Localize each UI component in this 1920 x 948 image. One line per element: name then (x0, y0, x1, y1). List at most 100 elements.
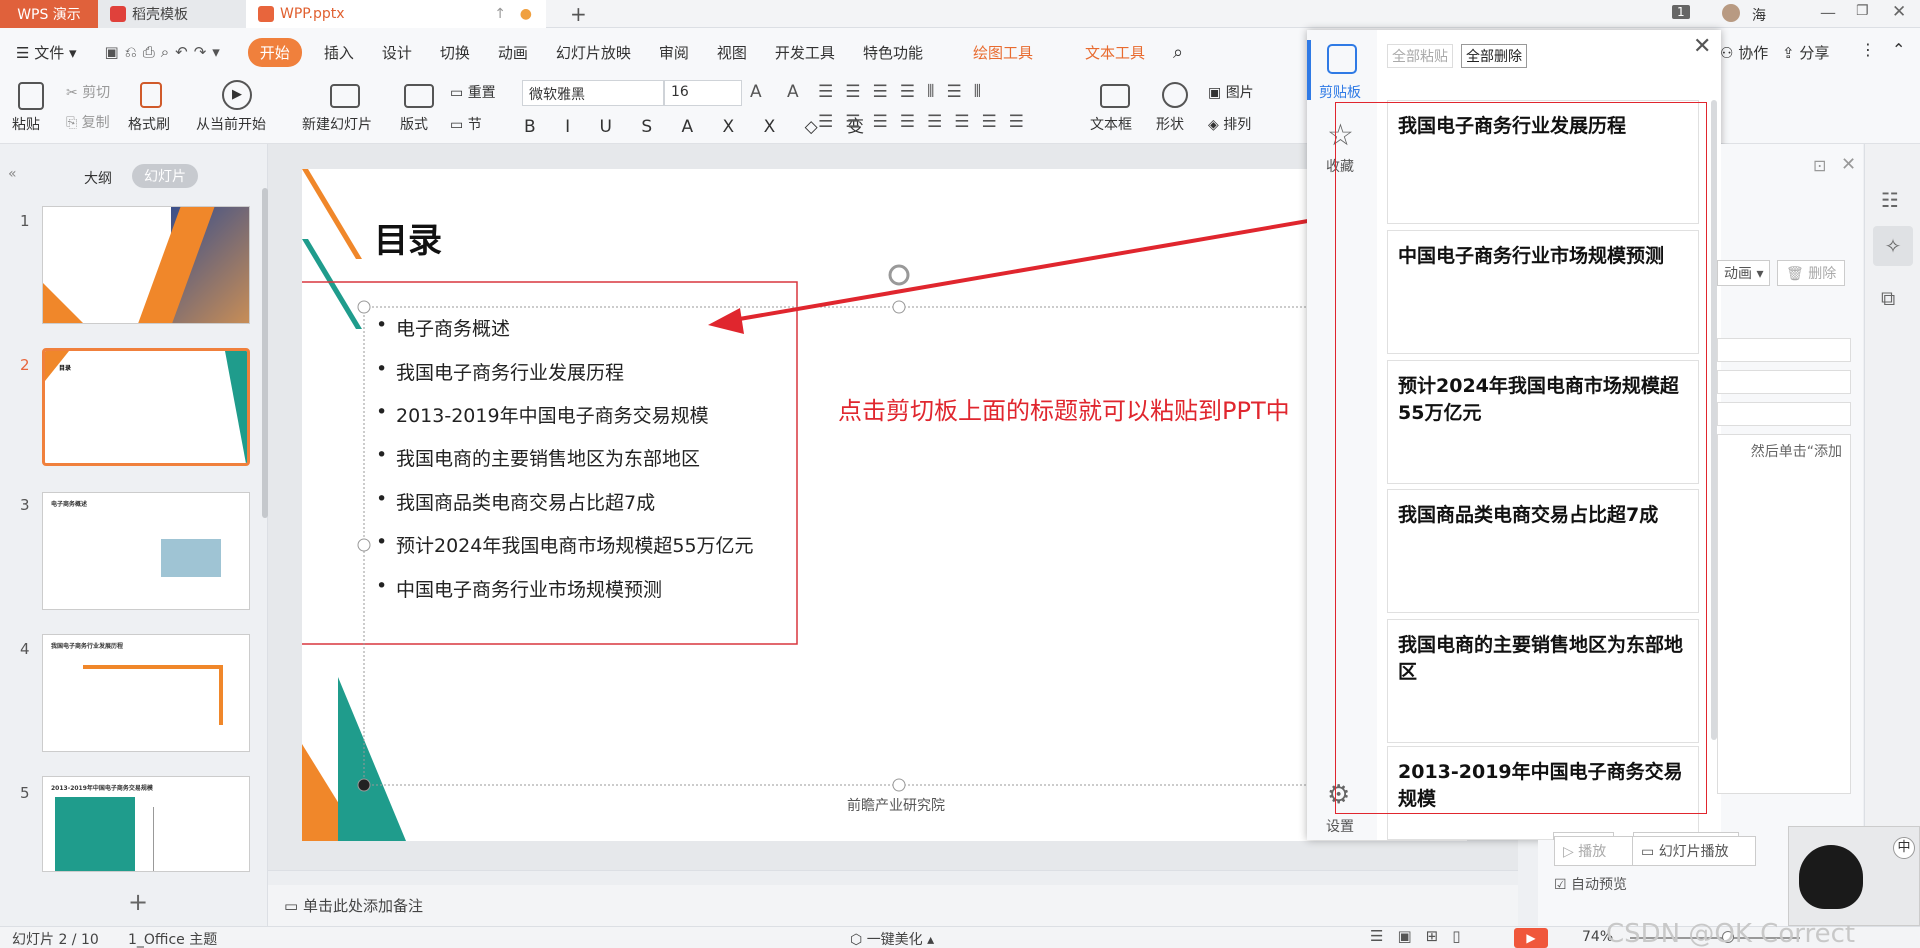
more-icon[interactable]: ⋮ (1860, 40, 1876, 59)
slide-thumb-5[interactable]: 2013-2019年中国电子商务交易规模 (42, 776, 250, 872)
settings-gear-icon[interactable]: ⚙ (1327, 780, 1350, 810)
play-icon[interactable]: ▶ (222, 80, 252, 110)
toc-item-6[interactable]: 预计2024年我国电商市场规模超55万亿元 (376, 531, 754, 558)
paste-icon[interactable] (18, 82, 44, 110)
layout-button[interactable]: 版式 (400, 114, 428, 134)
ime-widget[interactable]: 中 (1788, 826, 1920, 926)
slide-thumb-4[interactable]: 我国电子商务行业发展历程 (42, 634, 250, 752)
slide-thumb-2-selected[interactable]: 目录 (42, 348, 250, 466)
tab-design[interactable]: 设计 (368, 42, 426, 63)
arrange-button[interactable]: ◈ 排列 (1208, 114, 1251, 134)
reset-button[interactable]: ▭ 重置 (450, 82, 496, 102)
tab-review[interactable]: 审阅 (645, 42, 703, 63)
textbox-icon[interactable] (1100, 84, 1130, 108)
anim-list[interactable]: 然后单击“添加 (1717, 434, 1851, 794)
slide-thumb-3[interactable]: 电子商务概述 (42, 492, 250, 610)
anim-select-1[interactable] (1717, 338, 1851, 362)
tab-slideshow[interactable]: 幻灯片放映 (542, 42, 645, 63)
maximize-button[interactable]: ❐ (1856, 3, 1869, 19)
paste-button[interactable]: 粘贴 (12, 114, 40, 134)
clipboard-item-1[interactable]: 我国电子商务行业发展历程 (1387, 100, 1699, 224)
avatar[interactable] (1722, 4, 1740, 22)
format-brush-icon[interactable] (140, 82, 162, 108)
new-tab-button[interactable]: + (570, 2, 587, 26)
transition-icon[interactable]: ⧉ (1881, 286, 1895, 310)
slide-title[interactable]: 目录 (374, 213, 442, 262)
page-badge[interactable]: 1 (1672, 5, 1690, 19)
tab-view[interactable]: 视图 (703, 42, 761, 63)
file-menu[interactable]: ☰ 文件 ▾ (0, 42, 91, 63)
toc-item-1[interactable]: 电子商务概述 (376, 314, 510, 341)
new-slide-button[interactable]: 新建幻灯片 (302, 114, 372, 134)
add-slide-button[interactable]: + (128, 888, 148, 916)
shape-icon[interactable] (1162, 82, 1188, 108)
format-brush-button[interactable]: 格式刷 (128, 114, 170, 134)
close-window-button[interactable]: ✕ (1892, 2, 1906, 22)
toc-item-4[interactable]: 我国电商的主要销售地区为东部地区 (376, 444, 700, 471)
delete-all-button[interactable]: 全部删除 (1461, 44, 1527, 68)
tab-outline[interactable]: 大纲 (84, 168, 112, 188)
collab-button[interactable]: ⚇ 协作 (1720, 42, 1768, 63)
anim-select-2[interactable] (1717, 370, 1851, 394)
animation-star-icon[interactable]: ✧ (1873, 226, 1913, 266)
paste-all-button[interactable]: 全部粘贴 (1387, 44, 1453, 68)
upload-icon[interactable]: ↑ (494, 6, 506, 22)
ime-language-toggle[interactable]: 中 (1893, 837, 1915, 859)
toc-item-3[interactable]: 2013-2019年中国电子商务交易规模 (376, 401, 709, 428)
collapse-panel-icon[interactable]: « (8, 166, 17, 182)
tab-animation[interactable]: 动画 (484, 42, 542, 63)
sidebar-settings[interactable]: 设置 (1326, 816, 1354, 836)
minimize-button[interactable]: — (1820, 3, 1836, 22)
lock-icon[interactable]: ⊡ (1813, 156, 1826, 175)
star-icon[interactable]: ☆ (1327, 118, 1354, 153)
delete-anim-button[interactable]: 🗑 删除 (1777, 260, 1846, 286)
align-buttons[interactable]: ☰☰☰☰☰☰☰☰ (818, 112, 1036, 132)
search-icon[interactable]: ⌕ (1159, 42, 1197, 63)
section-button[interactable]: ▭ 节 (450, 114, 482, 134)
tab-template[interactable]: 稻壳模板 (98, 0, 246, 28)
clipboard-icon[interactable] (1327, 44, 1357, 74)
close-clipboard-icon[interactable]: ✕ (1693, 34, 1711, 59)
beautify-button[interactable]: ⬡ 一键美化 ▴ (850, 929, 934, 948)
quick-access-toolbar[interactable]: ▣⎌⎙⌕↶↷▾ (91, 43, 240, 61)
tab-developer[interactable]: 开发工具 (761, 42, 849, 63)
copy-button[interactable]: ⎘ 复制 (66, 112, 110, 132)
anim-dropdown[interactable]: 动画 ▾ (1717, 260, 1771, 286)
slide-thumb-1[interactable] (42, 206, 250, 324)
tab-slides[interactable]: 幻灯片 (132, 164, 198, 188)
tab-document[interactable]: WPP.pptx ● ↑ (246, 0, 546, 28)
font-grow-shrink-icon[interactable]: A A (750, 82, 809, 102)
share-button[interactable]: ⇪ 分享 (1782, 42, 1829, 63)
tab-drawing-tools[interactable]: 绘图工具 (959, 42, 1047, 63)
play-slideshow-button[interactable]: ▶ (1514, 928, 1548, 948)
clipboard-item-3[interactable]: 预计2024年我国电商市场规模超55万亿元 (1387, 360, 1699, 484)
toc-item-5[interactable]: 我国商品类电商交易占比超7成 (376, 488, 655, 515)
layout-icon[interactable] (404, 84, 434, 108)
horizontal-scrollbar[interactable] (268, 871, 1518, 885)
sidebar-clipboard[interactable]: 剪贴板 (1319, 82, 1361, 102)
sidebar-favorites[interactable]: 收藏 (1326, 156, 1354, 176)
close-pane-icon[interactable]: ✕ (1841, 154, 1856, 175)
tab-text-tools[interactable]: 文本工具 (1071, 42, 1159, 63)
clipboard-item-4[interactable]: 我国商品类电商交易占比超7成 (1387, 489, 1699, 613)
clipboard-item-6[interactable]: 2013-2019年中国电子商务交易规模 (1387, 746, 1699, 840)
list-buttons[interactable]: ☰☰☰☰⦀☰⦀ (818, 82, 993, 102)
shape-button[interactable]: 形状 (1156, 114, 1184, 134)
properties-icon[interactable]: ☷ (1881, 188, 1899, 212)
textbox-button[interactable]: 文本框 (1090, 114, 1132, 134)
toc-item-7[interactable]: 中国电子商务行业市场规模预测 (376, 575, 662, 602)
notes-input[interactable]: ▭ 单击此处添加备注 (284, 895, 423, 916)
font-size-select[interactable]: 16 (664, 80, 742, 106)
new-slide-icon[interactable] (330, 84, 360, 108)
anim-select-3[interactable] (1717, 402, 1851, 426)
slide-canvas[interactable]: 目录 电子商务概述 我国电子商务行业发展历程 2013-2019年中国电子商务交… (302, 169, 1467, 841)
font-name-select[interactable]: 微软雅黑 (522, 80, 664, 106)
picture-button[interactable]: ▣ 图片 (1208, 82, 1254, 102)
collapse-ribbon-icon[interactable]: ⌃ (1892, 40, 1905, 59)
tab-insert[interactable]: 插入 (310, 42, 368, 63)
from-current-button[interactable]: 从当前开始 (196, 114, 266, 134)
cut-button[interactable]: ✂ 剪切 (66, 82, 110, 102)
tab-features[interactable]: 特色功能 (849, 42, 937, 63)
theme-name[interactable]: 1_Office 主题 (128, 929, 217, 948)
tab-home[interactable]: 开始 (247, 37, 302, 67)
